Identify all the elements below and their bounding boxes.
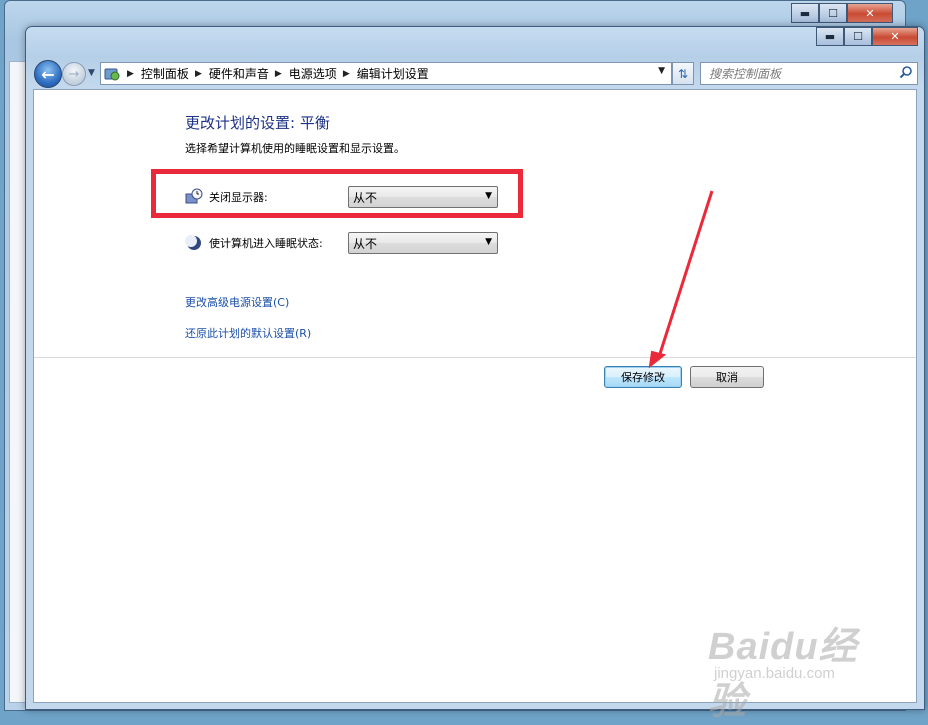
breadcrumb-separator[interactable]: ▶ [195, 69, 202, 79]
sleep-select[interactable]: 从不 ▼ [348, 232, 498, 254]
arrow-left-icon: ← [41, 64, 55, 84]
watermark-url: jingyan.baidu.com [714, 665, 835, 682]
page-description: 选择希望计算机使用的睡眠设置和显示设置。 [185, 142, 405, 155]
divider [34, 357, 916, 358]
refresh-icon: ⇅ [677, 66, 689, 81]
bg-close-button[interactable]: ✕ [847, 3, 893, 23]
sleep-value: 从不 [353, 236, 378, 251]
minimize-button[interactable]: ▬ [816, 27, 844, 46]
bg-minimize-button[interactable]: ▬ [791, 3, 819, 23]
chevron-down-icon: ▼ [485, 237, 492, 247]
background-window-controls: ▬ ☐ ✕ [791, 3, 893, 23]
forward-button[interactable]: → [62, 62, 86, 86]
window-controls: ▬ ☐ ✕ [816, 27, 918, 46]
maximize-button[interactable]: ☐ [844, 27, 872, 46]
recent-pages-dropdown[interactable]: ▼ [88, 68, 95, 78]
breadcrumb-separator[interactable]: ▶ [127, 69, 134, 79]
breadcrumb-power-options[interactable]: 电源选项 [289, 65, 337, 82]
breadcrumb-control-panel[interactable]: 控制面板 [141, 65, 189, 82]
highlight-annotation-box [151, 169, 523, 218]
navigation-bar: ← → ▼ ▶ 控制面板 ▶ 硬件和声音 ▶ 电源选项 ▶ 编辑计划设置 ▼ ⇅ [32, 59, 918, 88]
baidu-watermark: Baidu经验 jingyan.baidu.com [708, 615, 888, 723]
advanced-power-settings-link[interactable]: 更改高级电源设置(C) [185, 294, 289, 310]
moon-icon [185, 234, 203, 252]
address-history-dropdown[interactable]: ▼ [658, 66, 665, 76]
setting-row-sleep: 使计算机进入睡眠状态: 从不 ▼ [185, 231, 498, 255]
content-pane: 更改计划的设置: 平衡 选择希望计算机使用的睡眠设置和显示设置。 关闭显示器: … [33, 89, 917, 703]
restore-defaults-link[interactable]: 还原此计划的默认设置(R) [185, 325, 311, 341]
search-box [700, 62, 918, 85]
breadcrumb-separator[interactable]: ▶ [343, 69, 350, 79]
control-panel-window: ▬ ☐ ✕ ← → ▼ ▶ 控制面板 ▶ 硬件和声音 ▶ 电源选项 ▶ 编辑计划… [25, 26, 925, 710]
control-panel-icon [103, 65, 121, 83]
page-title: 更改计划的设置: 平衡 [185, 114, 330, 132]
sleep-label: 使计算机进入睡眠状态: [209, 237, 323, 250]
bg-maximize-button[interactable]: ☐ [819, 3, 847, 23]
search-input[interactable] [707, 64, 897, 83]
address-bar[interactable]: ▶ 控制面板 ▶ 硬件和声音 ▶ 电源选项 ▶ 编辑计划设置 ▼ [100, 62, 672, 85]
cancel-button[interactable]: 取消 [690, 366, 764, 388]
save-changes-button[interactable]: 保存修改 [604, 366, 682, 388]
arrow-right-icon: → [68, 66, 80, 82]
refresh-button[interactable]: ⇅ [672, 62, 694, 85]
close-button[interactable]: ✕ [872, 27, 918, 46]
search-icon[interactable] [899, 65, 913, 82]
back-button[interactable]: ← [34, 60, 62, 88]
breadcrumb-edit-plan-settings[interactable]: 编辑计划设置 [357, 65, 429, 82]
breadcrumb-separator[interactable]: ▶ [275, 69, 282, 79]
breadcrumb-hardware-sound[interactable]: 硬件和声音 [209, 65, 269, 82]
